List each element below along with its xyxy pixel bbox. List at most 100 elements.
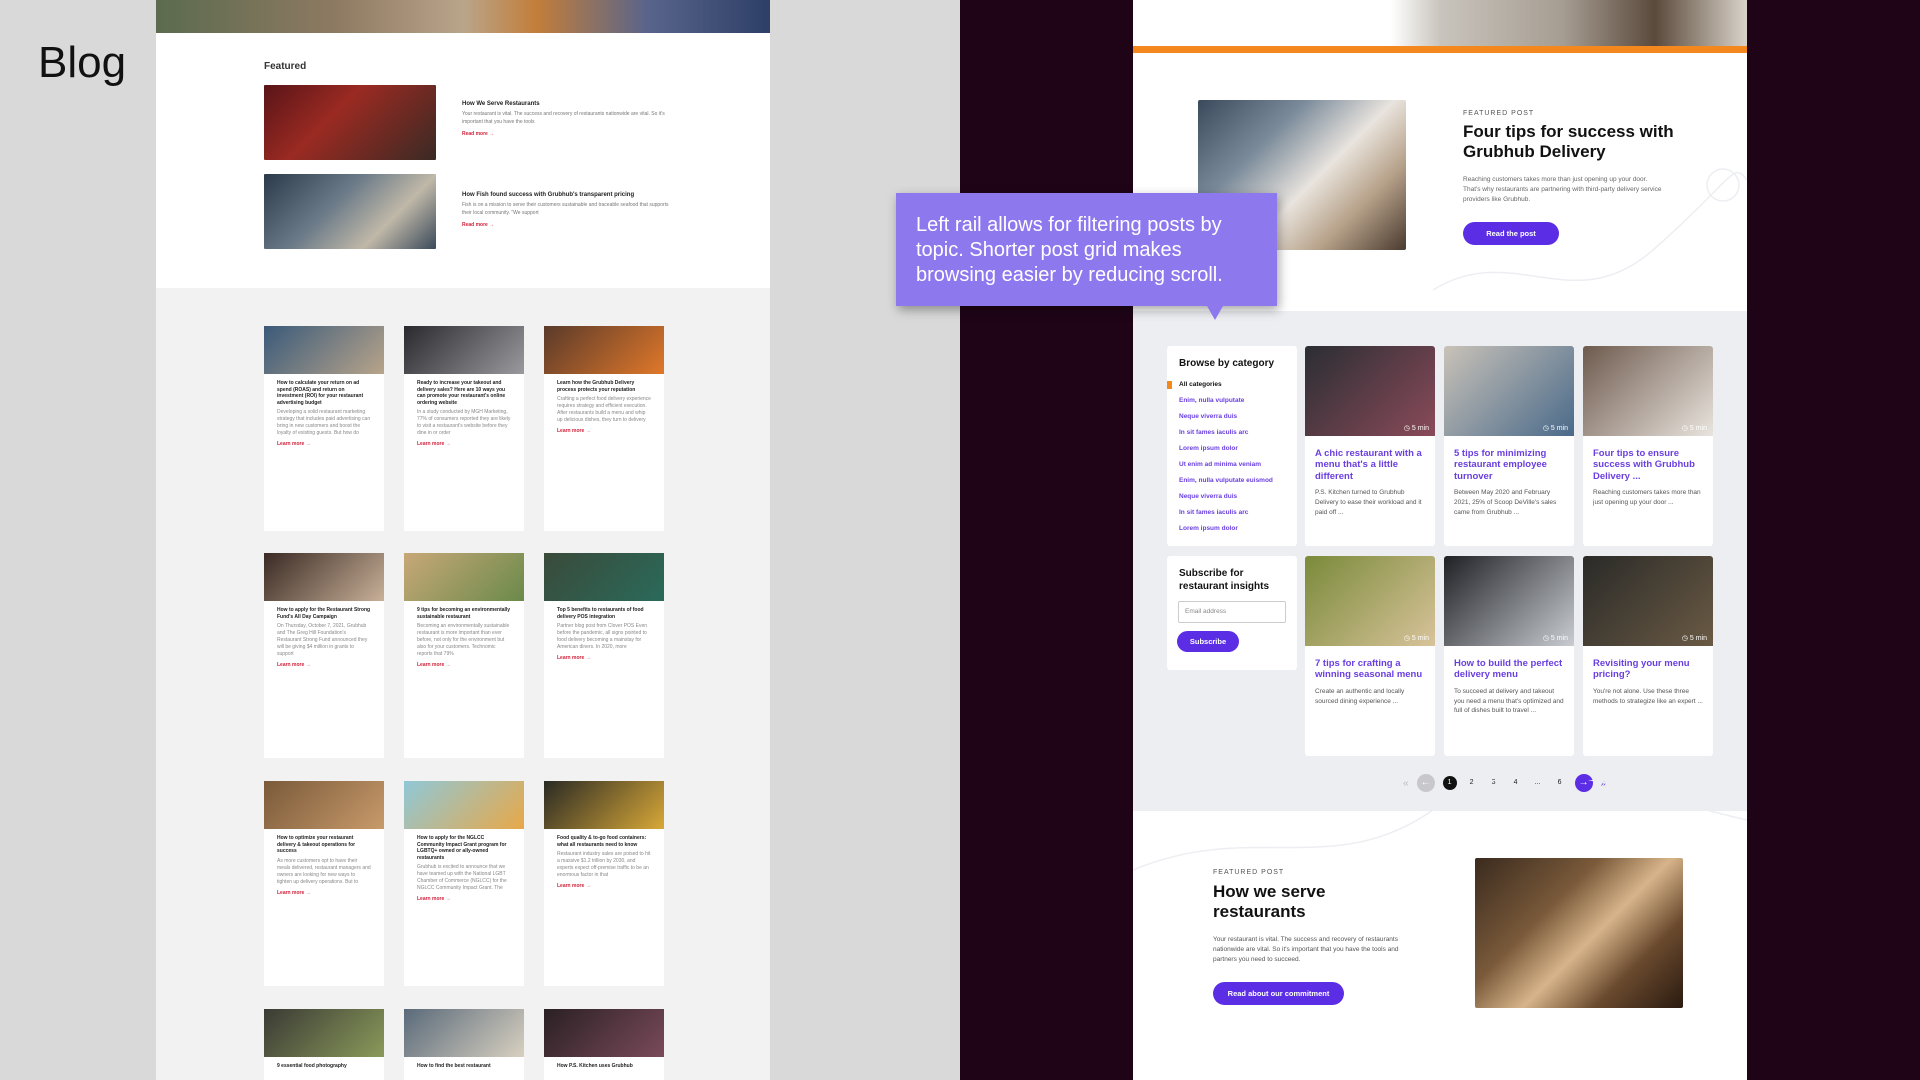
old-read-more-link[interactable]: Read more → xyxy=(462,222,672,228)
old-post-title[interactable]: How to optimize your restaurant delivery… xyxy=(264,829,384,858)
old-featured-title[interactable]: How We Serve Restaurants xyxy=(462,101,672,107)
category-item-all[interactable]: All categories xyxy=(1167,377,1297,393)
old-post-image xyxy=(264,553,384,601)
post-title[interactable]: 7 tips for crafting a winning seasonal m… xyxy=(1305,646,1435,687)
old-post-title[interactable]: How to apply for the NGLCC Community Imp… xyxy=(404,829,524,864)
old-featured-image-2[interactable] xyxy=(264,174,436,249)
category-item[interactable]: In sit fames iaculis arc xyxy=(1167,505,1297,521)
post-title[interactable]: Revisiting your menu pricing? xyxy=(1583,646,1713,687)
post-desc: To succeed at delivery and takeout you n… xyxy=(1454,687,1564,715)
old-learn-more-link[interactable]: Learn more → xyxy=(544,655,664,661)
category-item[interactable]: In sit fames iaculis arc xyxy=(1167,425,1297,441)
old-post-card[interactable]: How to apply for the Restaurant Strong F… xyxy=(264,553,384,758)
old-learn-more-link[interactable]: Learn more → xyxy=(404,662,524,668)
old-post-image xyxy=(264,326,384,374)
old-post-title[interactable]: Top 5 benefits to restaurants of food de… xyxy=(544,601,664,623)
old-post-card[interactable]: 9 essential food photography xyxy=(264,1009,384,1080)
category-item[interactable]: Neque viverra duis xyxy=(1167,489,1297,505)
old-learn-more-link[interactable]: Learn more → xyxy=(264,662,384,668)
old-post-card[interactable]: How to calculate your return on ad spend… xyxy=(264,326,384,531)
old-post-card[interactable]: How to optimize your restaurant delivery… xyxy=(264,781,384,986)
old-featured-item-1: How We Serve Restaurants Your restaurant… xyxy=(462,101,672,137)
old-post-desc: Crafting a perfect food delivery experie… xyxy=(557,396,651,423)
slide-title: Blog xyxy=(38,38,127,87)
category-item[interactable]: Neque viverra duis xyxy=(1167,409,1297,425)
old-post-desc: Restaurant industry sales are poised to … xyxy=(557,851,651,878)
old-learn-more-link[interactable]: Learn more → xyxy=(264,890,384,896)
old-featured-desc: Fish is on a mission to serve their cust… xyxy=(462,202,669,216)
email-address-input[interactable]: Email address xyxy=(1178,601,1286,623)
read-the-post-button[interactable]: Read the post xyxy=(1463,222,1559,245)
old-post-card[interactable]: How to apply for the NGLCC Community Imp… xyxy=(404,781,524,986)
old-post-title[interactable]: Ready to increase your takeout and deliv… xyxy=(404,374,524,409)
bottom-featured-image[interactable] xyxy=(1475,858,1683,1008)
post-card[interactable]: ◷ 5 min Revisiting your menu pricing? Yo… xyxy=(1583,556,1713,756)
old-learn-more-link[interactable]: Learn more → xyxy=(404,441,524,447)
post-title[interactable]: 5 tips for minimizing restaurant employe… xyxy=(1444,436,1574,488)
old-learn-more-link[interactable]: Learn more → xyxy=(544,883,664,889)
old-featured-title[interactable]: How Fish found success with Grubhub's tr… xyxy=(462,192,672,198)
old-featured-desc: Your restaurant is vital. The success an… xyxy=(462,111,665,125)
featured-post-title[interactable]: Four tips for success with Grubhub Deliv… xyxy=(1463,122,1683,163)
category-item[interactable]: Lorem ipsum dolor xyxy=(1167,521,1297,537)
old-post-card[interactable]: Ready to increase your takeout and deliv… xyxy=(404,326,524,531)
clock-icon: ◷ xyxy=(1681,425,1690,432)
old-post-title[interactable]: How to apply for the Restaurant Strong F… xyxy=(264,601,384,623)
old-post-title[interactable]: Learn how the Grubhub Delivery process p… xyxy=(544,374,664,396)
old-post-card[interactable]: Food quality & to-go food containers: wh… xyxy=(544,781,664,986)
post-title[interactable]: Four tips to ensure success with Grubhub… xyxy=(1583,436,1713,488)
read-time-label: ◷ 5 min xyxy=(1542,635,1568,642)
old-featured-image-1[interactable] xyxy=(264,85,436,160)
category-item[interactable]: Ut enim ad minima veniam xyxy=(1167,457,1297,473)
annotation-callout: Left rail allows for filtering posts by … xyxy=(896,193,1277,306)
old-post-image xyxy=(544,553,664,601)
post-title[interactable]: How to build the perfect delivery menu xyxy=(1444,646,1574,687)
old-post-image xyxy=(264,1009,384,1057)
old-post-title[interactable]: 9 tips for becoming an environmentally s… xyxy=(404,601,524,623)
old-post-image xyxy=(404,1009,524,1057)
old-learn-more-link[interactable]: Learn more → xyxy=(404,896,524,902)
old-post-image xyxy=(544,326,664,374)
old-post-card[interactable]: 9 tips for becoming an environmentally s… xyxy=(404,553,524,758)
post-image: ◷ 5 min xyxy=(1444,556,1574,646)
read-time-label: ◷ 5 min xyxy=(1542,425,1568,432)
post-card[interactable]: ◷ 5 min Four tips to ensure success with… xyxy=(1583,346,1713,546)
old-featured-label: Featured xyxy=(264,61,307,72)
old-post-desc: Becoming an environmentally sustainable … xyxy=(417,623,510,657)
subscribe-heading: Subscribe for restaurant insights xyxy=(1179,568,1270,592)
old-post-card[interactable]: How to find the best restaurant xyxy=(404,1009,524,1080)
post-card[interactable]: ◷ 5 min How to build the perfect deliver… xyxy=(1444,556,1574,756)
clock-icon: ◷ xyxy=(1403,425,1412,432)
old-post-desc: On Thursday, October 7, 2021, Grubhub an… xyxy=(277,623,368,657)
old-post-desc: As more customers opt to have their meal… xyxy=(277,857,371,885)
old-post-title[interactable]: How to calculate your return on ad spend… xyxy=(264,374,384,409)
old-post-title[interactable]: How to find the best restaurant xyxy=(404,1057,524,1073)
category-item[interactable]: Enim, nulla vulputate xyxy=(1167,393,1297,409)
category-item[interactable]: Enim, nulla vulputate euismod xyxy=(1167,473,1297,489)
post-card[interactable]: ◷ 5 min 7 tips for crafting a winning se… xyxy=(1305,556,1435,756)
old-post-card[interactable]: How P.S. Kitchen uses Grubhub xyxy=(544,1009,664,1080)
old-read-more-link[interactable]: Read more → xyxy=(462,131,672,137)
post-card[interactable]: ◷ 5 min 5 tips for minimizing restaurant… xyxy=(1444,346,1574,546)
old-post-card[interactable]: Learn how the Grubhub Delivery process p… xyxy=(544,326,664,531)
bottom-featured-title[interactable]: How we serve restaurants xyxy=(1213,882,1393,923)
subscribe-button[interactable]: Subscribe xyxy=(1177,631,1239,652)
old-learn-more-link[interactable]: Learn more → xyxy=(264,441,384,447)
old-post-title[interactable]: How P.S. Kitchen uses Grubhub xyxy=(544,1057,664,1073)
category-item[interactable]: Lorem ipsum dolor xyxy=(1167,441,1297,457)
post-image: ◷ 5 min xyxy=(1444,346,1574,436)
category-left-rail: Browse by category All categories Enim, … xyxy=(1167,346,1297,546)
post-title[interactable]: A chic restaurant with a menu that's a l… xyxy=(1305,436,1435,488)
old-blog-page: Featured How We Serve Restaurants Your r… xyxy=(156,0,770,1080)
old-post-title[interactable]: Food quality & to-go food containers: wh… xyxy=(544,829,664,851)
old-post-title[interactable]: 9 essential food photography xyxy=(264,1057,384,1073)
read-time-label: ◷ 5 min xyxy=(1403,425,1429,432)
callout-text: Left rail allows for filtering posts by … xyxy=(916,214,1223,286)
post-desc: Create an authentic and locally sourced … xyxy=(1315,687,1405,705)
featured-post-desc: Reaching customers takes more than just … xyxy=(1463,176,1662,204)
read-about-commitment-button[interactable]: Read about our commitment xyxy=(1213,982,1344,1005)
old-learn-more-link[interactable]: Learn more → xyxy=(544,428,664,434)
old-post-card[interactable]: Top 5 benefits to restaurants of food de… xyxy=(544,553,664,758)
bottom-featured-desc: Your restaurant is vital. The success an… xyxy=(1213,936,1399,964)
post-card[interactable]: ◷ 5 min A chic restaurant with a menu th… xyxy=(1305,346,1435,546)
